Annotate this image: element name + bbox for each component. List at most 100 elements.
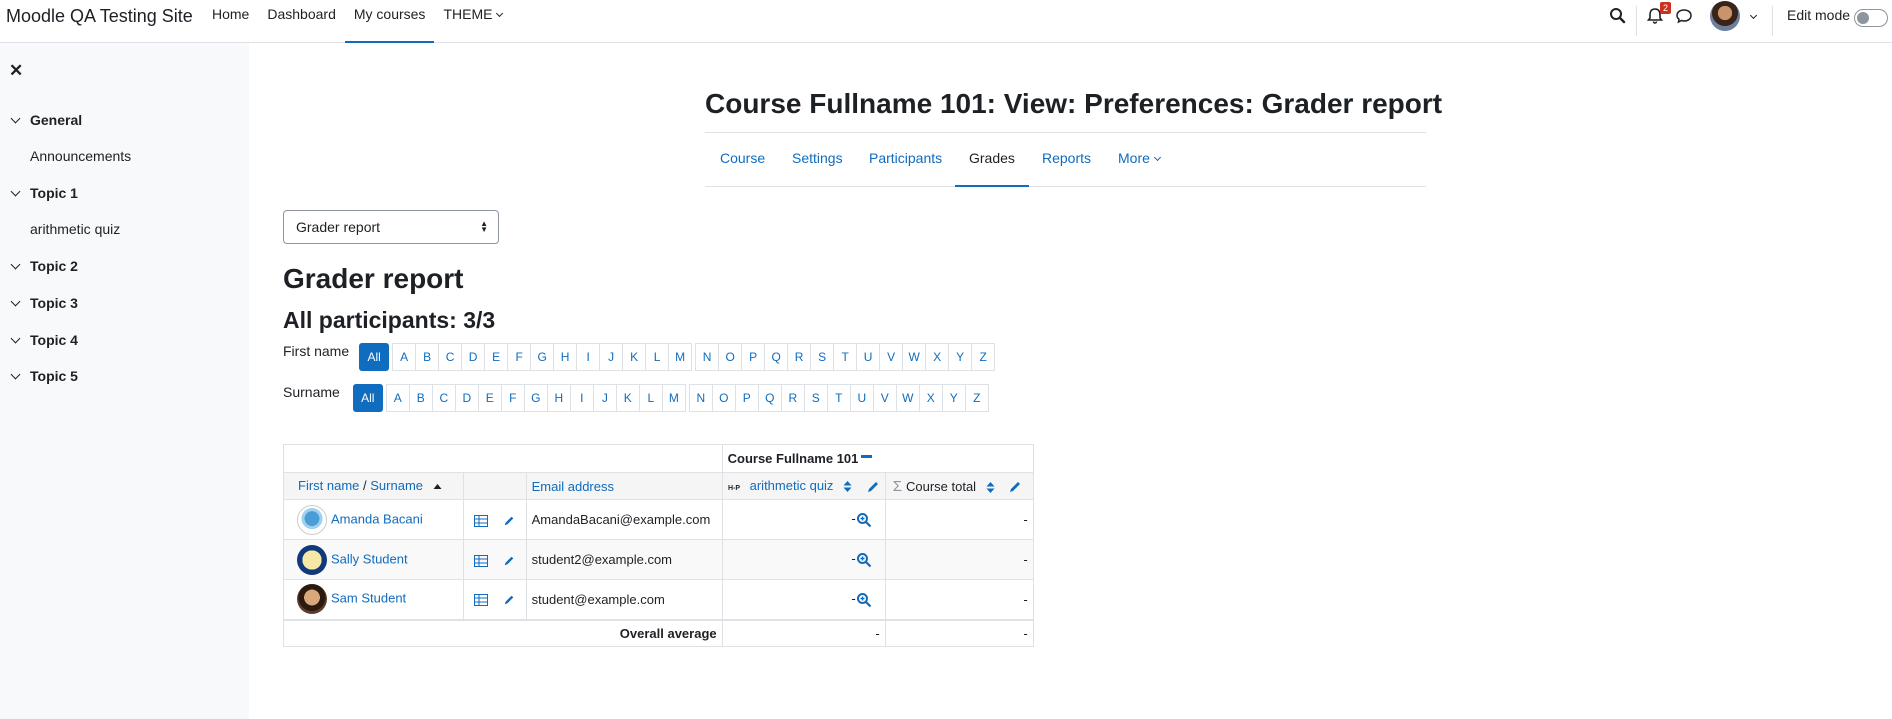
initial-o[interactable]: O	[718, 343, 743, 371]
initial-k[interactable]: K	[622, 343, 647, 371]
chevron-down-icon[interactable]	[10, 113, 21, 124]
collapse-icon[interactable]	[861, 455, 873, 459]
initial-s[interactable]: S	[810, 343, 835, 371]
avatar[interactable]	[297, 584, 327, 615]
section-general[interactable]: General	[30, 112, 82, 128]
initial-w[interactable]: W	[902, 343, 927, 371]
nav-my-courses[interactable]: My courses	[344, 0, 435, 43]
edit-mode-toggle[interactable]	[1854, 9, 1888, 27]
user-name-link[interactable]: Amanda Bacani	[331, 511, 423, 526]
table-icon[interactable]	[474, 514, 488, 527]
initial-j[interactable]: J	[599, 343, 624, 371]
section-topic-2[interactable]: Topic 2	[30, 258, 78, 274]
initial-z[interactable]: Z	[971, 343, 996, 371]
tab-participants[interactable]: Participants	[869, 133, 942, 187]
chevron-down-icon[interactable]	[10, 186, 21, 197]
initial-i[interactable]: I	[576, 343, 601, 371]
zoom-in-icon[interactable]	[856, 512, 872, 528]
tab-course[interactable]: Course	[720, 133, 765, 187]
nav-home[interactable]: Home	[203, 0, 258, 43]
pencil-icon[interactable]	[1008, 480, 1022, 494]
initial-g[interactable]: G	[523, 384, 548, 412]
initial-x[interactable]: X	[918, 384, 943, 412]
initial-x[interactable]: X	[925, 343, 950, 371]
activity-announcements[interactable]: Announcements	[30, 148, 131, 164]
initial-c[interactable]: C	[438, 343, 463, 371]
sort-icon[interactable]	[843, 480, 852, 493]
section-topic-5[interactable]: Topic 5	[30, 368, 78, 384]
initial-d[interactable]: D	[454, 384, 479, 412]
initial-i[interactable]: I	[569, 384, 594, 412]
initial-a[interactable]: A	[392, 343, 417, 371]
initial-z[interactable]: Z	[964, 384, 989, 412]
initial-n[interactable]: N	[695, 343, 720, 371]
user-name-link[interactable]: Sally Student	[331, 551, 408, 566]
initial-j[interactable]: J	[592, 384, 617, 412]
initial-p[interactable]: P	[741, 343, 766, 371]
sort-email-link[interactable]: Email address	[532, 479, 614, 494]
chevron-down-icon[interactable]	[10, 259, 21, 270]
sort-first-name-link[interactable]: First name	[298, 478, 359, 493]
tab-more[interactable]: More	[1118, 133, 1161, 187]
initial-e[interactable]: E	[477, 384, 502, 412]
initial-l[interactable]: L	[645, 343, 670, 371]
initial-all[interactable]: All	[352, 384, 383, 412]
table-icon[interactable]	[474, 594, 488, 607]
initial-n[interactable]: N	[688, 384, 713, 412]
initial-q[interactable]: Q	[764, 343, 789, 371]
report-selector[interactable]: Grader report ▲ ▼	[283, 210, 499, 244]
message-icon[interactable]	[1674, 6, 1694, 26]
section-topic-4[interactable]: Topic 4	[30, 332, 78, 348]
user-menu-chevron-icon[interactable]	[1749, 11, 1758, 20]
sort-icon[interactable]	[986, 481, 995, 494]
user-name-link[interactable]: Sam Student	[331, 591, 406, 606]
pencil-icon[interactable]	[502, 594, 516, 606]
section-topic-3[interactable]: Topic 3	[30, 295, 78, 311]
initial-all[interactable]: All	[359, 343, 390, 371]
initial-v[interactable]: V	[879, 343, 904, 371]
initial-l[interactable]: L	[638, 384, 663, 412]
initial-s[interactable]: S	[803, 384, 828, 412]
initial-k[interactable]: K	[615, 384, 640, 412]
initial-w[interactable]: W	[895, 384, 920, 412]
nav-dashboard[interactable]: Dashboard	[258, 0, 345, 43]
initial-b[interactable]: B	[408, 384, 433, 412]
initial-t[interactable]: T	[833, 343, 858, 371]
initial-u[interactable]: U	[849, 384, 874, 412]
initial-g[interactable]: G	[530, 343, 555, 371]
initial-d[interactable]: D	[461, 343, 486, 371]
initial-h[interactable]: H	[546, 384, 571, 412]
close-icon[interactable]: ✕	[9, 61, 23, 81]
initial-c[interactable]: C	[431, 384, 456, 412]
initial-f[interactable]: F	[507, 343, 532, 371]
initial-e[interactable]: E	[484, 343, 509, 371]
sort-surname-link[interactable]: Surname	[370, 478, 423, 493]
zoom-in-icon[interactable]	[856, 592, 872, 608]
nav-theme[interactable]: THEME	[434, 0, 511, 43]
chevron-down-icon[interactable]	[10, 296, 21, 307]
initial-p[interactable]: P	[734, 384, 759, 412]
chevron-down-icon[interactable]	[10, 333, 21, 344]
initial-r[interactable]: R	[787, 343, 812, 371]
initial-h[interactable]: H	[553, 343, 578, 371]
initial-a[interactable]: A	[385, 384, 410, 412]
pencil-icon[interactable]	[502, 555, 516, 567]
pencil-icon[interactable]	[866, 480, 880, 494]
initial-y[interactable]: Y	[948, 343, 973, 371]
initial-b[interactable]: B	[415, 343, 440, 371]
avatar[interactable]	[297, 504, 327, 535]
activity-arithmetic-quiz[interactable]: arithmetic quiz	[30, 221, 120, 237]
avatar[interactable]	[297, 544, 327, 575]
pencil-icon[interactable]	[502, 515, 516, 527]
tab-reports[interactable]: Reports	[1042, 133, 1091, 187]
zoom-in-icon[interactable]	[856, 552, 872, 568]
initial-q[interactable]: Q	[757, 384, 782, 412]
tab-settings[interactable]: Settings	[792, 133, 843, 187]
section-topic-1[interactable]: Topic 1	[30, 185, 78, 201]
user-avatar[interactable]	[1710, 1, 1740, 31]
initial-m[interactable]: M	[668, 343, 693, 371]
tab-grades[interactable]: Grades	[955, 133, 1029, 187]
chevron-down-icon[interactable]	[10, 369, 21, 380]
search-icon[interactable]	[1608, 6, 1628, 26]
table-icon[interactable]	[474, 554, 488, 567]
